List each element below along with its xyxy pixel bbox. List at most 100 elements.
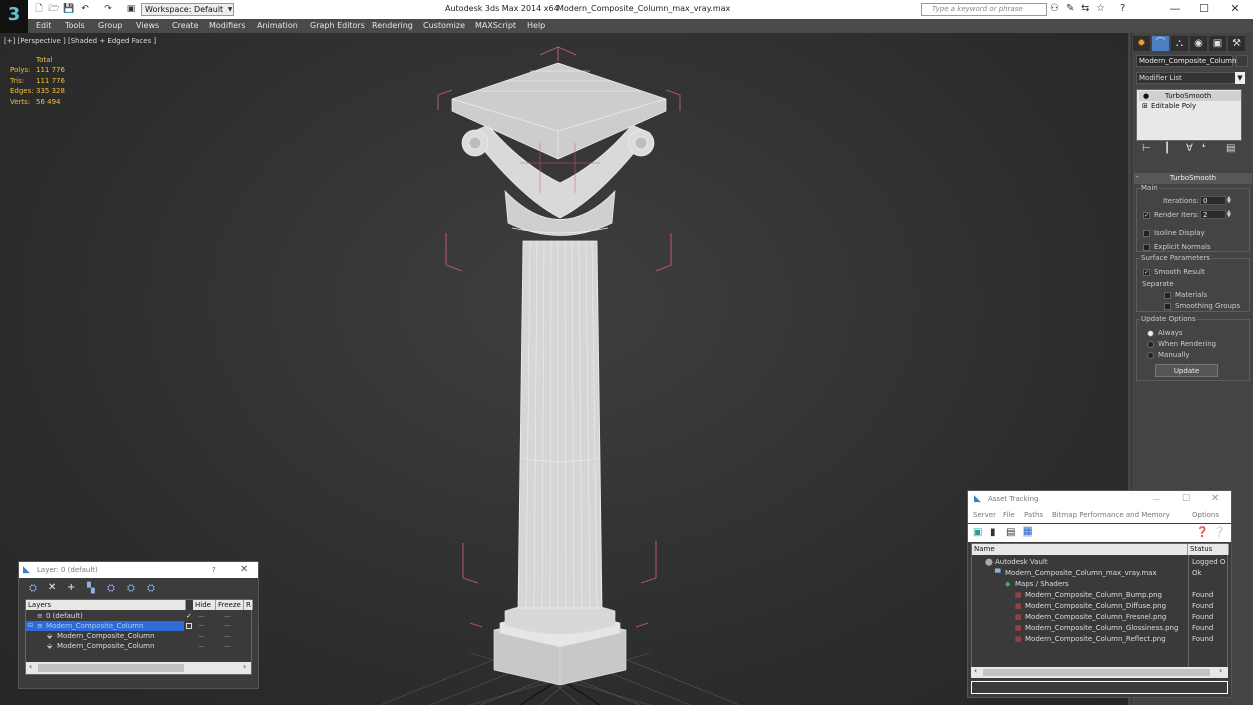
new-file-icon[interactable]: 🗋	[32, 2, 46, 16]
layers-column-header[interactable]: Layers	[26, 600, 186, 610]
configure-sets-icon[interactable]: ▤	[1226, 143, 1235, 154]
asset-path-field[interactable]	[971, 681, 1228, 694]
explicit-normals-checkbox[interactable]	[1143, 244, 1150, 251]
tree-view-icon[interactable]: ▤	[1006, 527, 1015, 538]
table-view-icon[interactable]: ▦	[1023, 526, 1033, 537]
active-layer-check-icon[interactable]: ✓	[186, 611, 192, 621]
hide-dash[interactable]: —	[198, 631, 205, 641]
stack-item-turbosmooth[interactable]: ● TurboSmooth	[1139, 91, 1241, 101]
layer-dialog-close-icon[interactable]: ✕	[240, 562, 248, 578]
object-name-field[interactable]: Modern_Composite_Column	[1136, 55, 1236, 67]
always-radio[interactable]	[1147, 330, 1154, 337]
motion-tab-icon[interactable]: ◉	[1190, 36, 1207, 51]
freeze-dash[interactable]: —	[224, 641, 231, 651]
menu-views[interactable]: Views	[136, 21, 159, 30]
hierarchy-tab-icon[interactable]: ⛬	[1171, 36, 1188, 51]
asset-menu-bitmap[interactable]: Bitmap Performance and Memory	[1052, 508, 1170, 523]
hide-column-header[interactable]: Hide	[193, 600, 216, 610]
freeze-dash[interactable]: —	[224, 621, 231, 629]
hide-dash[interactable]: —	[198, 641, 205, 651]
tools-icon[interactable]: ✎	[1066, 3, 1074, 14]
show-end-result-icon[interactable]: ┃	[1164, 143, 1170, 154]
menu-modifiers[interactable]: Modifiers	[209, 21, 246, 30]
display-tab-icon[interactable]: ▣	[1209, 36, 1226, 51]
expand-plus-icon[interactable]: ⊞	[1142, 101, 1148, 111]
iterations-spinner-arrows-icon[interactable]: ▲ ▼	[1227, 196, 1233, 205]
status-column-header[interactable]: Status	[1188, 544, 1229, 555]
hide-all-icon[interactable]: ⛭	[127, 583, 135, 594]
render-iters-spinner-arrows-icon[interactable]: ▲ ▼	[1227, 210, 1233, 219]
asset-menu-paths[interactable]: Paths	[1024, 508, 1043, 523]
asset-menu-file[interactable]: File	[1003, 508, 1015, 523]
modifier-list-dropdown[interactable]: Modifier List	[1136, 72, 1242, 84]
make-unique-icon[interactable]: ∀	[1186, 143, 1193, 154]
menu-rendering[interactable]: Rendering	[372, 21, 413, 30]
highlight-layer-icon[interactable]: ⛭	[107, 583, 115, 594]
iterations-spinner[interactable]: 0	[1200, 196, 1226, 205]
collapse-minus-icon[interactable]: ⊟	[28, 621, 33, 631]
remove-modifier-icon[interactable]: ❛	[1202, 143, 1205, 154]
create-layer-icon[interactable]: ⛭	[29, 583, 37, 594]
redo-icon[interactable]: ↷	[101, 2, 115, 16]
scroll-left-icon[interactable]: ‹	[974, 666, 977, 675]
menu-graph-editors[interactable]: Graph Editors	[310, 21, 365, 30]
workspace-chevron-icon[interactable]: ▼	[226, 3, 234, 16]
help-icon[interactable]: ❓	[1196, 527, 1208, 538]
render-column-header[interactable]: R	[244, 600, 253, 610]
rollout-collapse-icon[interactable]: -	[1136, 173, 1139, 181]
render-iters-checkbox[interactable]: ✓	[1143, 212, 1150, 219]
lightbulb-icon[interactable]: ●	[1143, 91, 1149, 101]
update-button[interactable]: Update	[1155, 364, 1218, 377]
smooth-result-checkbox[interactable]: ✓	[1143, 269, 1150, 276]
layer-object-row[interactable]: ⬙ Modern_Composite_Column — —	[26, 641, 252, 651]
hide-dash[interactable]: —	[198, 611, 205, 621]
menu-maxscript[interactable]: MAXScript	[475, 21, 516, 30]
asset-menu-options[interactable]: Options	[1192, 508, 1219, 523]
layer-horizontal-scrollbar[interactable]: ‹ ›	[26, 662, 251, 674]
asset-row-maps[interactable]: ◆ Maps / Shaders	[972, 579, 1229, 590]
maximize-icon[interactable]: ☐	[1189, 0, 1219, 19]
binoculars-icon[interactable]: ⚇	[1050, 3, 1059, 14]
layer-dialog-help-icon[interactable]: ?	[212, 562, 216, 578]
menu-customize[interactable]: Customize	[423, 21, 465, 30]
project-folder-icon[interactable]: ▣	[124, 2, 138, 16]
scroll-thumb[interactable]	[983, 669, 1210, 676]
when-rendering-radio[interactable]	[1147, 341, 1154, 348]
isoline-display-checkbox[interactable]	[1143, 230, 1150, 237]
menu-tools[interactable]: Tools	[65, 21, 85, 30]
app-logo[interactable]: 3	[0, 0, 28, 33]
select-objects-icon[interactable]: ▚	[87, 583, 95, 594]
context-help-icon[interactable]: ❔	[1213, 527, 1225, 538]
close-icon[interactable]: ✕	[1220, 0, 1250, 19]
scroll-right-icon[interactable]: ›	[243, 662, 246, 671]
asset-maximize-icon[interactable]: ☐	[1182, 491, 1190, 507]
menu-animation[interactable]: Animation	[257, 21, 298, 30]
freeze-column-header[interactable]: Freeze	[216, 600, 244, 610]
layer-row[interactable]: ≡ 0 (default) ✓ — —	[26, 611, 252, 621]
asset-row-bitmap[interactable]: ▦ Modern_Composite_Column_Reflect.png Fo…	[972, 634, 1229, 645]
modify-tab-icon[interactable]: ⌒	[1152, 36, 1169, 51]
asset-horizontal-scrollbar[interactable]: ‹ ›	[971, 666, 1228, 678]
asset-row-bitmap[interactable]: ▦ Modern_Composite_Column_Fresnel.png Fo…	[972, 612, 1229, 623]
scroll-right-icon[interactable]: ›	[1219, 666, 1222, 675]
manually-radio[interactable]	[1147, 352, 1154, 359]
favorites-star-icon[interactable]: ☆	[1096, 3, 1105, 14]
refresh-icon[interactable]: ▣	[973, 527, 982, 538]
asset-menu-server[interactable]: Server	[973, 508, 996, 523]
save-icon[interactable]: 💾	[62, 2, 76, 16]
asset-row-maxfile[interactable]: ▀ Modern_Composite_Column_max_vray.max O…	[972, 568, 1229, 579]
freeze-dash[interactable]: —	[224, 631, 231, 641]
scroll-thumb[interactable]	[38, 664, 184, 672]
materials-checkbox[interactable]	[1164, 292, 1171, 299]
search-input[interactable]: Type a keyword or phrase	[921, 3, 1047, 16]
add-to-layer-icon[interactable]: +	[67, 582, 75, 593]
workspace-dropdown[interactable]: Workspace: Default	[141, 3, 234, 16]
list-view-icon[interactable]: ▮	[990, 527, 996, 538]
object-color-swatch[interactable]	[1236, 55, 1248, 67]
menu-help[interactable]: Help	[527, 21, 545, 30]
asset-row-vault[interactable]: ⬤ Autodesk Vault Logged O	[972, 557, 1229, 568]
asset-dialog-titlebar[interactable]: ◣ Asset Tracking — ☐ ✕	[968, 491, 1231, 508]
menu-create[interactable]: Create	[172, 21, 199, 30]
create-tab-icon[interactable]: ✹	[1133, 36, 1150, 51]
smoothing-groups-checkbox[interactable]	[1164, 303, 1171, 310]
